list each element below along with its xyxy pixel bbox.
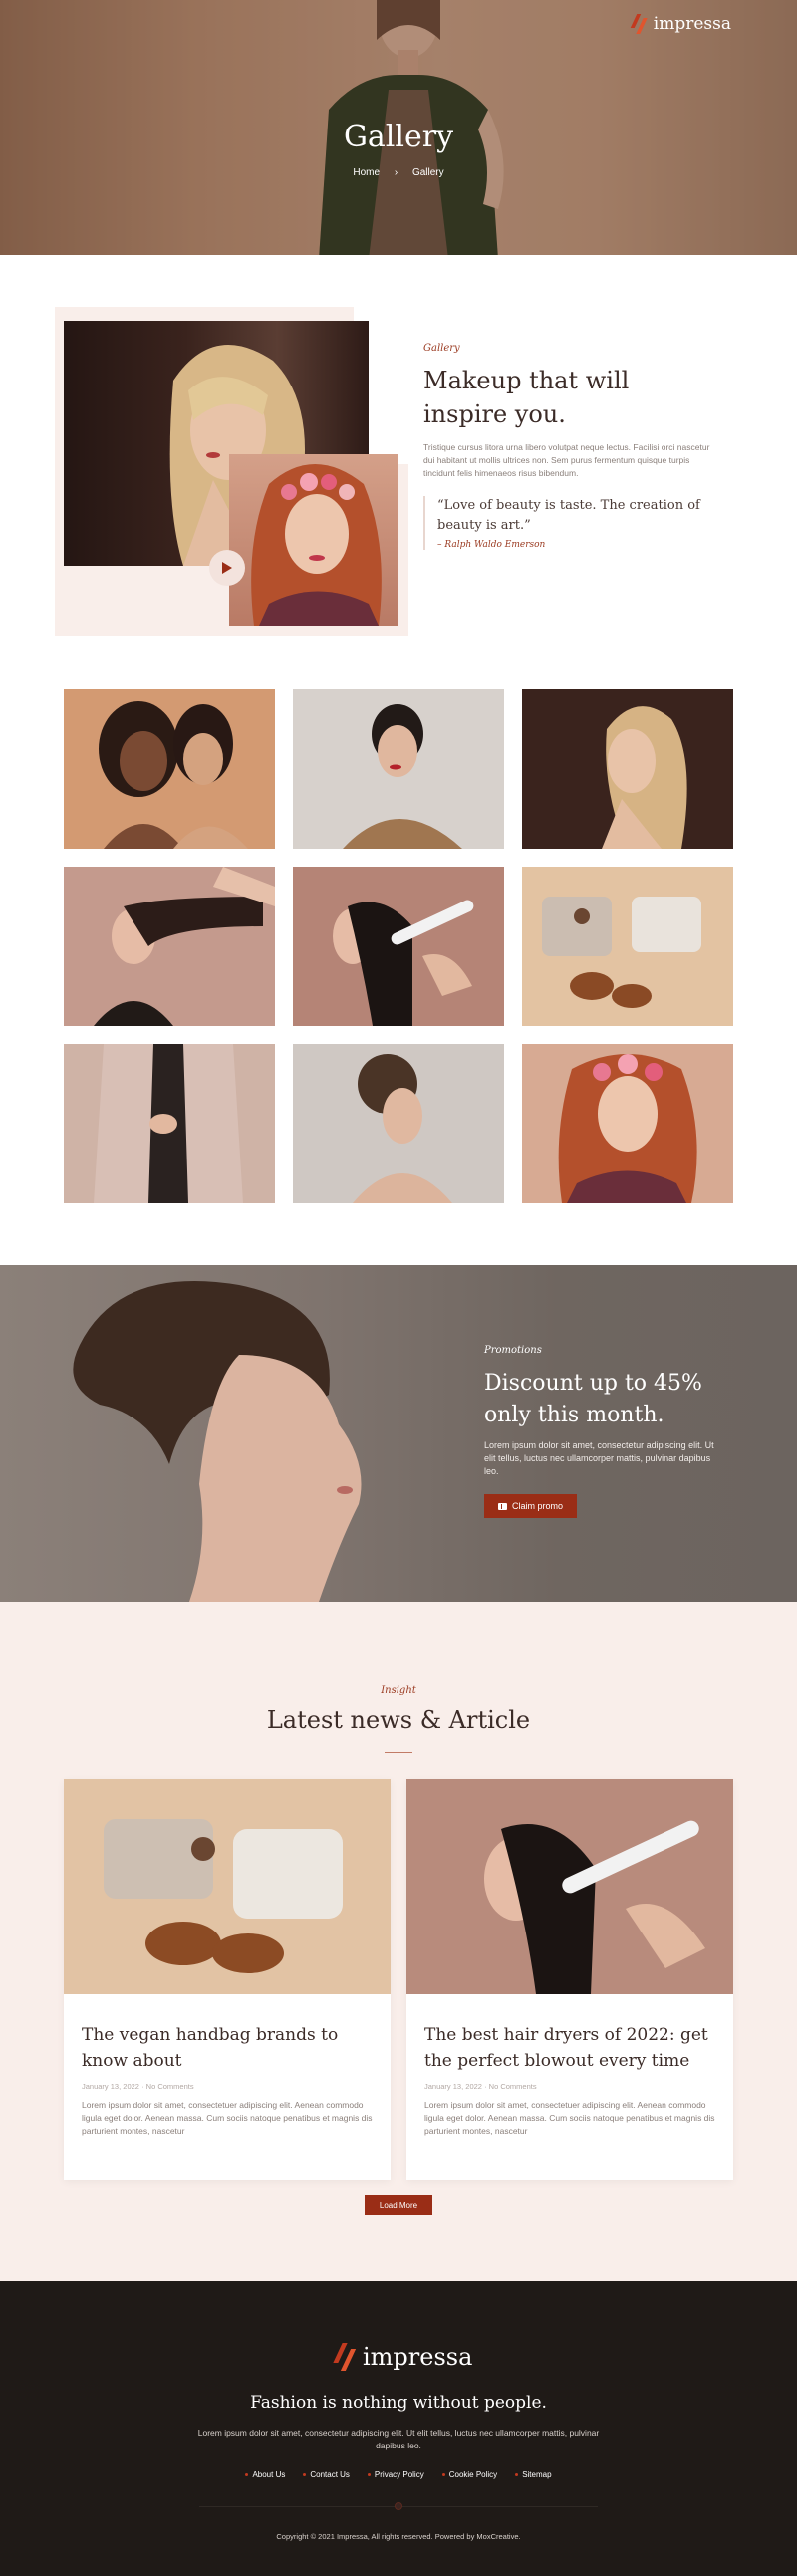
footer-link-about[interactable]: About Us (245, 2470, 285, 2479)
footer-divider-dot-icon (395, 2502, 402, 2510)
ticket-icon (498, 1502, 507, 1510)
article-meta: January 13, 2022 · No Comments (424, 2082, 715, 2091)
article-excerpt: Lorem ipsum dolor sit amet, consectetuer… (424, 2100, 715, 2136)
bullet-icon (441, 2473, 445, 2476)
about-quote: “Love of beauty is taste. The creation o… (423, 496, 712, 550)
footer-description: Lorem ipsum dolor sit amet, consectetur … (197, 2428, 600, 2450)
article-image[interactable] (406, 1779, 733, 1994)
site-footer: impressa Fashion is nothing without peop… (0, 2281, 797, 2576)
news-section: Insight Latest news & Article The vegan … (0, 1602, 797, 2281)
gallery-item-hair-straightener[interactable] (293, 867, 504, 1026)
play-video-button[interactable] (209, 550, 245, 586)
bullet-icon (303, 2473, 307, 2476)
page-title: Gallery (343, 120, 454, 154)
article-title[interactable]: The best hair dryers of 2022: get the pe… (424, 2022, 715, 2074)
promo-model-image (73, 1281, 362, 1602)
promo-body: Lorem ipsum dolor sit amet, consectetur … (484, 1440, 714, 1476)
meta-separator: · (141, 2082, 144, 2091)
promo-eyebrow: Promotions (484, 1345, 542, 1356)
quote-author: – Ralph Waldo Emerson (437, 540, 546, 550)
gallery-item-hair-profile[interactable] (64, 867, 275, 1026)
gallery-item-blonde-ponytail[interactable] (522, 689, 733, 849)
article-title[interactable]: The vegan handbag brands to know about (82, 2022, 373, 2074)
breadcrumb-separator-icon: › (394, 167, 398, 178)
gallery-item-red-lips[interactable] (293, 689, 504, 849)
article-comments: No Comments (488, 2082, 537, 2091)
article-card[interactable]: The vegan handbag brands to know about J… (64, 1779, 391, 2180)
meta-separator: · (484, 2082, 487, 2091)
news-heading: Latest news & Article (266, 1706, 531, 1734)
promo-banner: Promotions Discount up to 45% only this … (0, 1265, 797, 1602)
about-heading: Makeup that will inspire you. (423, 367, 630, 428)
gallery-item-curly-updo[interactable] (293, 1044, 504, 1203)
header-logo[interactable]: impressa (630, 14, 731, 34)
bullet-icon (245, 2473, 249, 2476)
promo-text-block: Promotions Discount up to 45% only this … (484, 1345, 723, 1518)
article-date: January 13, 2022 (82, 2082, 139, 2091)
footer-link-privacy[interactable]: Privacy Policy (367, 2470, 424, 2479)
article-card[interactable]: The best hair dryers of 2022: get the pe… (406, 1779, 733, 2180)
flower-crown-model-image (229, 454, 398, 626)
logo-mark-icon (630, 14, 648, 34)
gallery-item-two-women[interactable] (64, 689, 275, 849)
promo-heading: Discount up to 45% only this month. (484, 1371, 702, 1427)
footer-link-cookie[interactable]: Cookie Policy (441, 2470, 497, 2479)
article-meta: January 13, 2022 · No Comments (82, 2082, 373, 2091)
footer-tagline: Fashion is nothing without people. (250, 2393, 547, 2413)
logo-text: impressa (363, 2343, 473, 2371)
footer-links: About Us Contact Us Privacy Policy Cooki… (0, 2470, 797, 2479)
footer-link-sitemap[interactable]: Sitemap (515, 2470, 552, 2479)
news-header: Insight Latest news & Article (0, 1685, 797, 1753)
footer-logo[interactable]: impressa (333, 2343, 473, 2371)
news-divider (385, 1752, 412, 1753)
footer-link-contact[interactable]: Contact Us (303, 2470, 350, 2479)
news-eyebrow: Insight (381, 1685, 416, 1696)
logo-text: impressa (653, 14, 731, 34)
about-body: Tristique cursus litora urna libero volu… (423, 442, 710, 478)
article-excerpt: Lorem ipsum dolor sit amet, consectetuer… (82, 2100, 373, 2136)
breadcrumb-current: Gallery (411, 167, 444, 178)
article-date: January 13, 2022 (424, 2082, 482, 2091)
hero-banner: impressa Gallery Home › Gallery (0, 0, 797, 255)
claim-promo-button[interactable]: Claim promo (484, 1494, 578, 1518)
about-eyebrow: Gallery (423, 343, 460, 354)
bullet-icon (515, 2473, 519, 2476)
quote-text: “Love of beauty is taste. The creation o… (437, 498, 700, 533)
about-text-block: Gallery Makeup that will inspire you. Tr… (423, 343, 712, 550)
gallery-item-blazer[interactable] (64, 1044, 275, 1203)
load-more-button[interactable]: Load More (365, 2195, 432, 2215)
gallery-item-flower-crown[interactable] (522, 1044, 733, 1203)
breadcrumb-home-link[interactable]: Home (353, 167, 380, 178)
play-icon (222, 562, 232, 574)
article-image[interactable] (64, 1779, 391, 1994)
article-comments: No Comments (145, 2082, 194, 2091)
gallery-grid (64, 689, 733, 1203)
gallery-item-knitwear-flatlay[interactable] (522, 867, 733, 1026)
bullet-icon (367, 2473, 371, 2476)
logo-mark-icon (333, 2343, 357, 2371)
breadcrumb: Home › Gallery (0, 167, 797, 178)
claim-promo-label: Claim promo (512, 1501, 564, 1511)
copyright: Copyright © 2021 Impressa, All rights re… (276, 2532, 521, 2541)
